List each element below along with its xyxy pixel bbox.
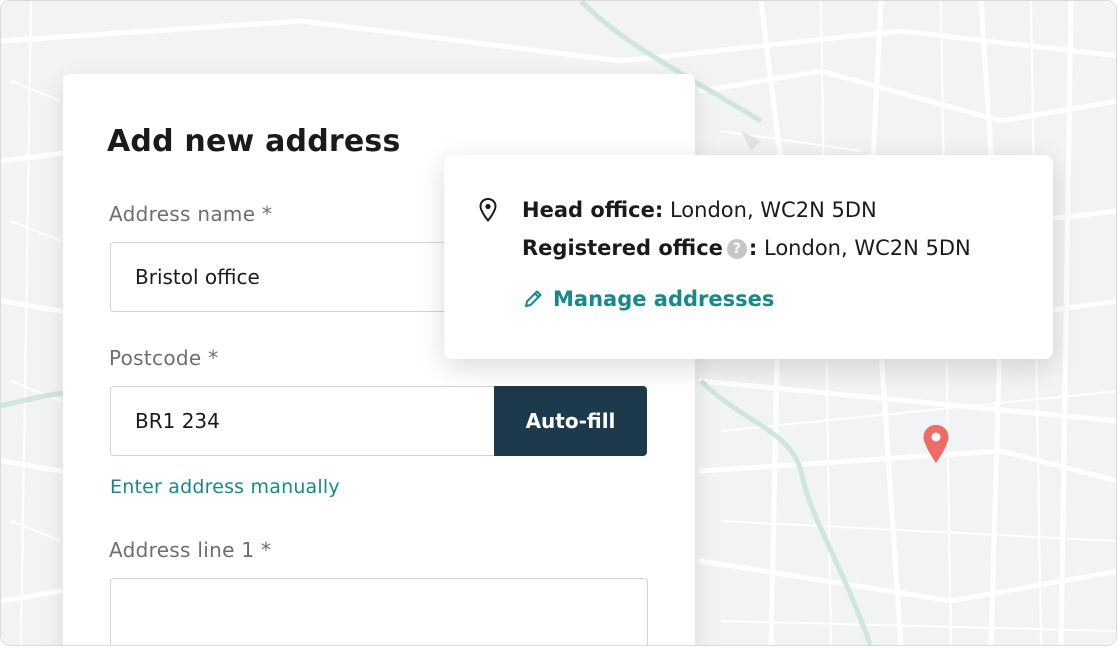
address-name-label: Address name * [109,202,273,226]
question-circle-icon[interactable]: ? [726,239,747,259]
postcode-label: Postcode * [109,346,219,370]
head-office-value: London, WC2N 5DN [669,198,877,222]
manage-addresses-link[interactable]: Manage addresses [522,287,774,311]
address-line1-label: Address line 1 * [109,538,272,562]
app-frame: Add new address Address name * Postcode … [0,0,1117,646]
enter-manually-link[interactable]: Enter address manually [110,476,340,498]
saved-addresses-popover: Head office: London, WC2N 5DN Registered… [444,155,1053,359]
registered-office-row: Registered office?: London, WC2N 5DN [522,236,971,260]
registered-office-label: Registered office [522,236,723,260]
pencil-icon [525,290,542,307]
manage-addresses-label: Manage addresses [553,287,775,311]
head-office-row: Head office: London, WC2N 5DN [522,198,877,222]
map-pin-outline-icon [479,197,497,223]
map-marker-icon[interactable] [921,423,951,465]
postcode-input[interactable] [110,386,496,456]
registered-office-value: London, WC2N 5DN [764,236,971,260]
autofill-button[interactable]: Auto-fill [494,386,647,456]
address-line1-input[interactable] [110,578,648,645]
head-office-label: Head office: [522,198,664,222]
form-title: Add new address [107,124,401,159]
registered-office-separator: : [748,236,758,260]
